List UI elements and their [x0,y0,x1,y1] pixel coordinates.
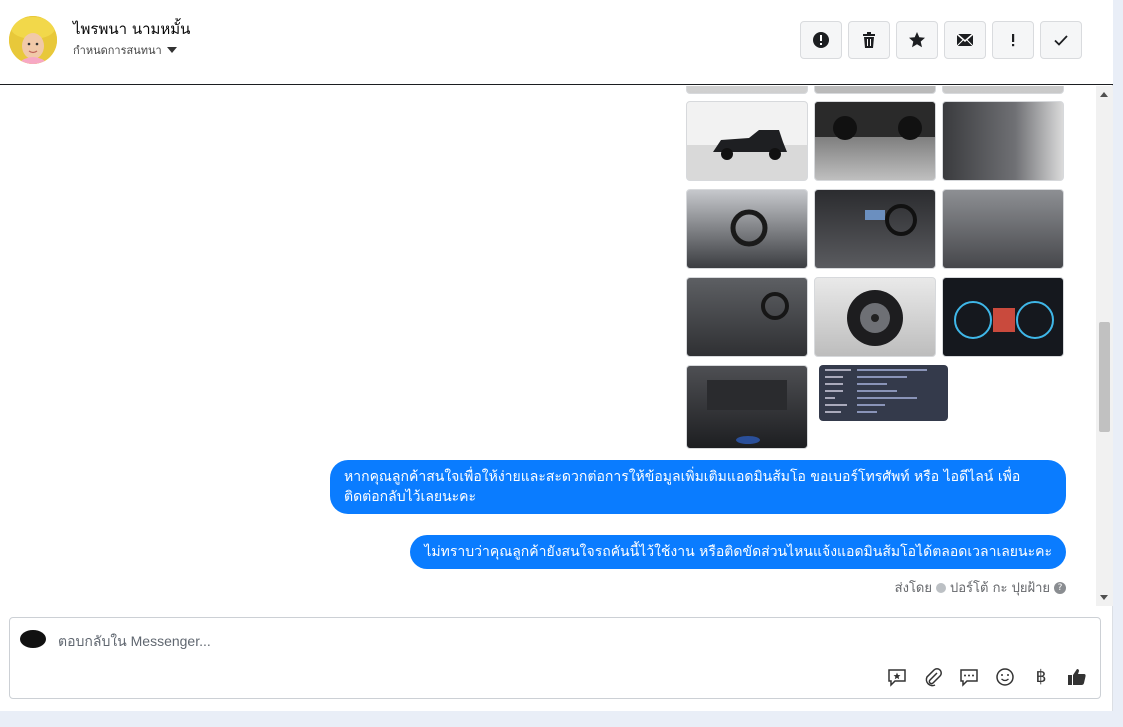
car-photo-underbody[interactable] [814,101,936,181]
follow-up-button[interactable] [992,21,1034,59]
header-actions [800,21,1082,59]
attach-button[interactable] [922,666,944,688]
reply-composer: ฿ [9,617,1101,699]
sent-by-line: ส่งโดย ปอร์โต้ กะ ปุยฝ้าย ? [895,577,1066,598]
message-thread: หากคุณลูกค้าสนใจเพื่อให้ง่ายและสะดวกต่อก… [0,86,1096,606]
car-photo-gauges[interactable] [942,277,1064,357]
scroll-up-icon[interactable] [1100,92,1108,97]
chevron-down-icon [166,47,177,53]
mark-unread-button[interactable] [944,21,986,59]
car-photo-wheel[interactable] [814,277,936,357]
emoji-button[interactable] [994,666,1016,688]
car-photo-door[interactable] [942,101,1064,181]
done-button[interactable] [1040,21,1082,59]
agent-verified-icon [936,582,946,593]
check-icon [1054,35,1068,46]
car-photo[interactable] [686,86,808,94]
faq-button[interactable] [958,666,980,688]
assign-label: กำหนดการสนทนา [73,44,162,57]
reply-input[interactable] [58,630,858,652]
contact-name: ไพรพนา นามหมั้น [73,20,191,38]
car-photo[interactable] [942,86,1064,94]
sent-by-agent: ปอร์โต้ กะ ปุยฝ้าย [950,581,1050,596]
like-button[interactable] [1066,666,1088,688]
page-logo [20,630,46,648]
car-photo-interior[interactable] [686,277,808,357]
sent-by-prefix: ส่งโดย [894,581,932,596]
star-icon [909,32,925,48]
payment-button[interactable]: ฿ [1030,666,1052,688]
delete-button[interactable] [848,21,890,59]
saved-reply-button[interactable] [886,666,908,688]
conversation-panel: ไพรพนา นามหมั้น กำหนดการสนทนา หากคุณลูกค… [0,0,1113,711]
car-photo-engine[interactable] [686,365,808,449]
message-bubble-outgoing: หากคุณลูกค้าสนใจเพื่อให้ง่ายและสะดวกต่อก… [330,460,1066,514]
emoji-icon [996,668,1014,686]
car-photo-console[interactable] [814,189,936,269]
car-photo[interactable] [814,86,936,94]
composer-tools: ฿ [886,666,1088,688]
message-bubble-outgoing: ไม่ทราบว่าคุณลูกค้ายังสนใจรถคันนี้ไว้ใช้… [410,535,1066,569]
scroll-down-icon[interactable] [1100,595,1108,600]
car-spec-sheet[interactable] [819,365,948,421]
faq-icon [960,669,978,687]
car-photo-exterior[interactable] [686,101,808,181]
avatar[interactable] [9,16,57,64]
car-photo-dashboard[interactable] [686,189,808,269]
thread-scrollbar[interactable] [1096,86,1113,606]
thumbs-up-icon [1068,669,1086,685]
star-button[interactable] [896,21,938,59]
attachment-icon [925,668,942,687]
saved-reply-icon [888,669,906,687]
scroll-thumb[interactable] [1099,322,1110,432]
trash-icon [863,32,875,48]
baht-icon: ฿ [1035,667,1047,687]
report-spam-icon [813,32,829,48]
car-photo-seats[interactable] [942,189,1064,269]
mail-icon [956,33,974,47]
exclamation-icon [1012,34,1015,47]
assign-conversation[interactable]: กำหนดการสนทนา [73,41,177,59]
help-icon[interactable]: ? [1054,581,1066,594]
spam-button[interactable] [800,21,842,59]
conversation-header: ไพรพนา นามหมั้น กำหนดการสนทนา [0,0,1113,85]
